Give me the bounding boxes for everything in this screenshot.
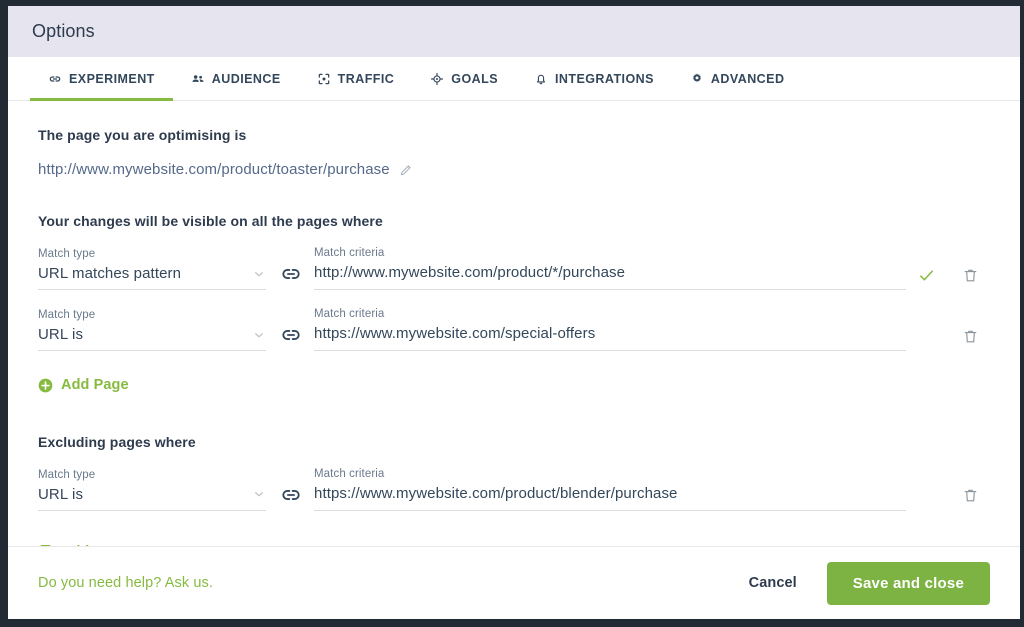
valid-check-placeholder bbox=[906, 485, 946, 507]
options-content: The page you are optimising is http://ww… bbox=[8, 101, 1020, 547]
match-criteria-input[interactable] bbox=[314, 484, 906, 502]
chevron-down-icon bbox=[255, 492, 263, 497]
match-criteria-input[interactable] bbox=[314, 264, 906, 281]
tab-goals[interactable]: GOALS bbox=[412, 57, 516, 100]
match-type-field: Match type URL is bbox=[38, 469, 266, 511]
match-criteria-input[interactable] bbox=[314, 325, 906, 342]
include-match-row: Match type URL is Match criteria https:/… bbox=[38, 308, 990, 351]
window-frame: Options EXPERIMENT AUDIENCE TRAFFIC GOAL… bbox=[0, 0, 1024, 627]
crosshair-icon bbox=[317, 72, 331, 86]
match-criteria-wrap bbox=[314, 264, 906, 290]
tab-audience[interactable]: AUDIENCE bbox=[173, 57, 299, 100]
match-type-value: URL matches pattern bbox=[38, 265, 182, 282]
match-type-value: URL is bbox=[38, 326, 84, 343]
match-type-label: Match type bbox=[38, 468, 96, 481]
tab-label: ADVANCED bbox=[710, 71, 785, 86]
row-actions bbox=[906, 485, 990, 511]
url-link-icon bbox=[280, 263, 302, 285]
match-type-label: Match type bbox=[38, 248, 96, 260]
match-type-field: Match type URL matches pattern bbox=[38, 248, 266, 290]
match-type-label: Match type bbox=[38, 309, 96, 321]
valid-check-icon bbox=[906, 264, 946, 286]
delete-row-button[interactable] bbox=[950, 325, 990, 347]
people-icon bbox=[191, 72, 205, 86]
tab-label: GOALS bbox=[451, 71, 498, 86]
match-criteria-label: Match criteria bbox=[314, 247, 385, 259]
tab-label: EXPERIMENT bbox=[69, 71, 155, 86]
delete-row-button[interactable] bbox=[950, 264, 990, 286]
exclude-heading: Excluding pages where bbox=[38, 433, 196, 450]
include-match-row: Match type URL matches pattern Match cri… bbox=[38, 247, 990, 290]
match-criteria-wrap bbox=[314, 325, 906, 351]
optimising-url[interactable]: http://www.mywebsite.com/product/toaster… bbox=[38, 161, 390, 178]
match-criteria-label: Match criteria bbox=[314, 308, 385, 320]
tab-label: AUDIENCE bbox=[211, 71, 281, 86]
link-icon bbox=[48, 72, 62, 86]
cancel-button[interactable]: Cancel bbox=[745, 567, 801, 599]
tab-experiment[interactable]: EXPERIMENT bbox=[30, 57, 173, 101]
target-icon bbox=[430, 72, 444, 86]
include-heading: Your changes will be visible on all the … bbox=[38, 213, 383, 229]
bell-icon bbox=[534, 72, 548, 86]
match-type-select[interactable]: URL matches pattern bbox=[38, 265, 266, 290]
add-page-label: Add Page bbox=[61, 545, 128, 546]
add-page-button[interactable]: Add Page bbox=[38, 377, 129, 393]
chevron-down-icon bbox=[255, 271, 263, 276]
footer-actions: Cancel Save and close bbox=[745, 561, 990, 605]
options-modal: Options EXPERIMENT AUDIENCE TRAFFIC GOAL… bbox=[8, 6, 1020, 619]
match-type-select[interactable]: URL is bbox=[38, 486, 266, 511]
match-criteria-field: Match criteria bbox=[314, 247, 906, 290]
optimising-url-row: http://www.mywebsite.com/product/toaster… bbox=[38, 161, 990, 178]
tab-label: INTEGRATIONS bbox=[554, 71, 654, 86]
modal-titlebar: Options bbox=[8, 6, 1020, 57]
optimising-heading: The page you are optimising is bbox=[38, 127, 247, 143]
url-link-icon bbox=[280, 324, 302, 346]
save-and-close-button[interactable]: Save and close bbox=[826, 561, 990, 605]
help-link[interactable]: Do you need help? Ask us. bbox=[38, 575, 213, 591]
match-type-value: URL is bbox=[38, 485, 84, 503]
tab-advanced[interactable]: ADVANCED bbox=[672, 57, 803, 100]
tab-bar: EXPERIMENT AUDIENCE TRAFFIC GOALS INTEGR… bbox=[8, 57, 1020, 101]
match-criteria-field: Match criteria bbox=[314, 308, 906, 351]
match-criteria-field: Match criteria bbox=[314, 468, 906, 511]
match-type-select[interactable]: URL is bbox=[38, 326, 266, 351]
modal-footer: Do you need help? Ask us. Cancel Save an… bbox=[8, 547, 1020, 619]
plus-circle-icon bbox=[38, 545, 53, 546]
add-page-button-clipped[interactable]: Add Page bbox=[38, 545, 128, 546]
match-criteria-wrap bbox=[314, 484, 906, 511]
tab-label: TRAFFIC bbox=[337, 71, 395, 86]
add-page-label: Add Page bbox=[61, 377, 129, 393]
delete-row-button[interactable] bbox=[950, 485, 990, 507]
chevron-down-icon bbox=[255, 332, 263, 337]
gear-icon bbox=[690, 72, 704, 86]
pencil-icon[interactable] bbox=[399, 163, 413, 177]
tab-integrations[interactable]: INTEGRATIONS bbox=[516, 57, 672, 100]
valid-check-placeholder bbox=[906, 325, 946, 347]
url-link-icon bbox=[280, 484, 302, 506]
page-title: Options bbox=[32, 21, 95, 41]
match-criteria-label: Match criteria bbox=[314, 467, 385, 480]
tab-traffic[interactable]: TRAFFIC bbox=[299, 57, 413, 100]
plus-circle-icon bbox=[38, 378, 53, 393]
match-type-field: Match type URL is bbox=[38, 309, 266, 351]
row-actions bbox=[906, 325, 990, 351]
exclude-match-row: Match type URL is Match criteria https:/… bbox=[38, 468, 990, 511]
row-actions bbox=[906, 264, 990, 290]
